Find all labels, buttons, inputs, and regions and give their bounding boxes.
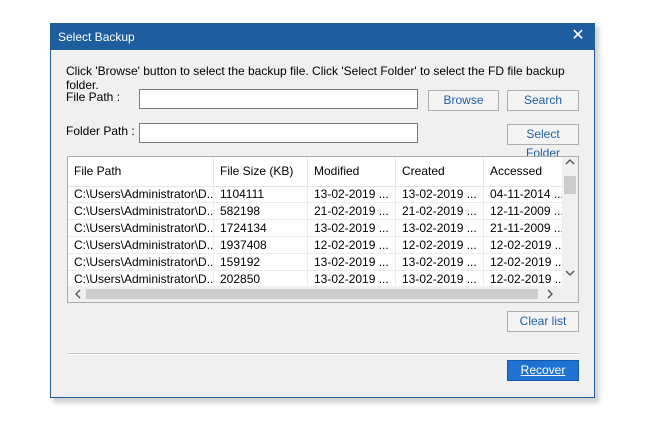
cell-file-size: 582198 — [214, 203, 308, 220]
column-header-accessed[interactable]: Accessed — [484, 157, 563, 186]
backup-file-list[interactable]: File Path File Size (KB) Modified Create… — [67, 156, 579, 303]
cell-file-size: 1724134 — [214, 220, 308, 237]
cell-accessed: 12-11-2009 ... — [490, 204, 563, 218]
cell-file-size: 159192 — [214, 254, 308, 271]
cell-modified: 13-02-2019 ... — [308, 220, 396, 237]
cell-accessed: 21-11-2009 ... — [490, 221, 563, 235]
cell-created: 12-02-2019 ... — [396, 237, 484, 254]
title-bar: Select Backup ✕ — [51, 24, 594, 50]
chevron-left-icon[interactable] — [70, 289, 86, 302]
cell-file-size: 1104111 — [214, 186, 308, 203]
table-row[interactable]: C:\Users\Administrator\D... 582198 21-02… — [68, 203, 563, 220]
chevron-up-icon[interactable] — [562, 158, 578, 169]
cell-modified: 13-02-2019 ... — [308, 254, 396, 271]
clear-list-button[interactable]: Clear list — [507, 311, 579, 332]
search-button[interactable]: Search — [507, 90, 579, 111]
cell-file-path: C:\Users\Administrator\D... — [68, 186, 214, 203]
browse-button[interactable]: Browse — [428, 90, 499, 111]
file-path-label: File Path : — [66, 90, 121, 104]
table-row[interactable]: C:\Users\Administrator\D... 1937408 12-0… — [68, 237, 563, 254]
chevron-right-icon[interactable] — [542, 289, 558, 302]
select-folder-button[interactable]: Select Folder — [507, 124, 579, 160]
cell-created: 13-02-2019 ... — [396, 220, 484, 237]
select-backup-dialog: Select Backup ✕ Click 'Browse' button to… — [50, 23, 595, 398]
cell-modified: 13-02-2019 ... — [308, 186, 396, 203]
cell-file-size: 1937408 — [214, 237, 308, 254]
table-header: File Path File Size (KB) Modified Create… — [68, 157, 563, 187]
cell-file-path: C:\Users\Administrator\D... — [68, 254, 214, 271]
close-icon[interactable]: ✕ — [568, 26, 588, 46]
table-row[interactable]: C:\Users\Administrator\D... 159192 13-02… — [68, 254, 563, 271]
column-header-file-size[interactable]: File Size (KB) — [214, 157, 308, 186]
cell-file-path: C:\Users\Administrator\D... — [68, 220, 214, 237]
column-header-modified[interactable]: Modified — [308, 157, 396, 186]
vertical-scrollbar[interactable] — [562, 157, 578, 287]
chevron-down-icon[interactable] — [562, 269, 578, 280]
recover-button[interactable]: Recover — [507, 360, 579, 381]
cell-created: 13-02-2019 ... — [396, 254, 484, 271]
folder-path-input[interactable] — [139, 123, 418, 143]
cell-modified: 12-02-2019 ... — [308, 237, 396, 254]
cell-modified: 21-02-2019 ... — [308, 203, 396, 220]
file-path-input[interactable] — [139, 89, 418, 109]
divider-highlight — [67, 354, 579, 355]
horizontal-scrollbar[interactable] — [68, 286, 578, 302]
table-row[interactable]: C:\Users\Administrator\D... 1104111 13-0… — [68, 186, 563, 203]
cell-accessed: 12-02-2019 ... — [490, 238, 563, 252]
vertical-scroll-thumb[interactable] — [564, 176, 576, 194]
folder-path-label: Folder Path : — [66, 124, 135, 138]
table-row[interactable]: C:\Users\Administrator\D... 1724134 13-0… — [68, 220, 563, 237]
cell-accessed: 04-11-2014 ... — [490, 187, 563, 201]
column-header-created[interactable]: Created — [396, 157, 484, 186]
instruction-text: Click 'Browse' button to select the back… — [66, 64, 565, 92]
cell-accessed: 12-02-2019 ... — [490, 255, 563, 269]
horizontal-scroll-thumb[interactable] — [86, 289, 538, 299]
cell-created: 21-02-2019 ... — [396, 203, 484, 220]
cell-file-path: C:\Users\Administrator\D... — [68, 237, 214, 254]
dialog-title: Select Backup — [58, 30, 135, 44]
cell-created: 13-02-2019 ... — [396, 186, 484, 203]
column-header-file-path[interactable]: File Path — [68, 157, 214, 186]
cell-file-path: C:\Users\Administrator\D... — [68, 203, 214, 220]
